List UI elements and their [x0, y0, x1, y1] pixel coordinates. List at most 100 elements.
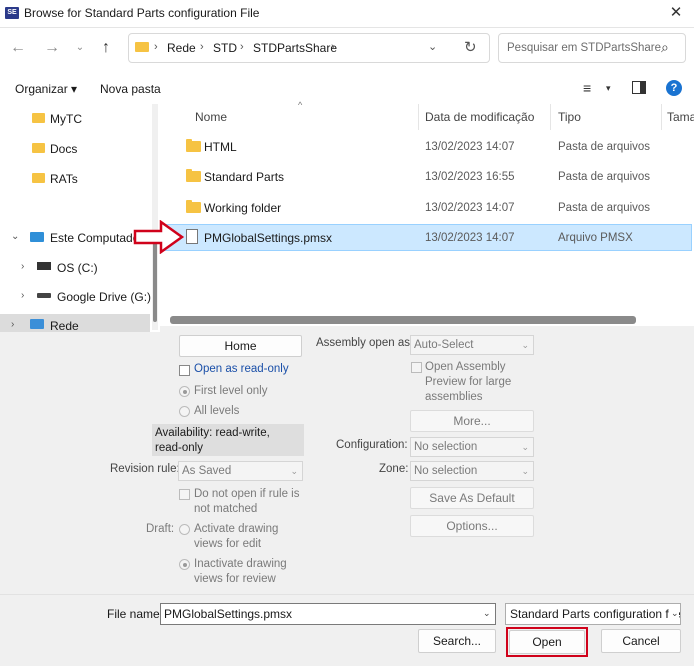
file-row-name[interactable]: Working folder	[204, 201, 281, 215]
nav-item-mytc[interactable]: MyTC	[50, 112, 82, 126]
activate-drawing-line: views for edit	[194, 538, 262, 550]
revision-rule-select[interactable]: As Saved ⌄	[178, 461, 303, 481]
assembly-open-value: Auto-Select	[414, 339, 474, 351]
all-levels-radio[interactable]	[179, 406, 190, 417]
view-options-icon[interactable]: ≡	[583, 80, 591, 96]
chevron-right-icon[interactable]: ›	[11, 319, 14, 330]
breadcrumb-stdpartsshare[interactable]: STDPartsShare	[253, 41, 337, 55]
open-preview-line: Open Assembly	[425, 361, 506, 373]
column-header-name[interactable]: Nome	[195, 110, 227, 124]
inactivate-drawing-line: Inactivate drawing	[194, 558, 287, 570]
back-arrow-icon[interactable]: ←	[8, 38, 28, 58]
column-header-size[interactable]: Tama	[667, 110, 694, 124]
open-assembly-preview-checkbox[interactable]	[411, 362, 422, 373]
assembly-open-select[interactable]: Auto-Select ⌄	[410, 335, 534, 355]
configuration-select[interactable]: No selection ⌄	[410, 437, 534, 457]
cancel-button[interactable]: Cancel	[601, 629, 681, 653]
inactivate-drawing-radio[interactable]	[179, 559, 190, 570]
chevron-down-icon: ⌄	[521, 442, 529, 452]
nav-item-rede[interactable]: Rede	[50, 319, 79, 333]
horizontal-scrollbar[interactable]	[170, 316, 636, 324]
open-preview-line: assemblies	[425, 391, 483, 403]
availability-line: Availability: read-write,	[155, 427, 270, 439]
breadcrumb-separator-icon: ›	[331, 41, 335, 53]
drive-icon	[37, 262, 51, 270]
new-folder-button[interactable]: Nova pasta	[100, 82, 161, 96]
open-readonly-checkbox[interactable]	[179, 365, 190, 376]
column-divider[interactable]	[550, 104, 551, 130]
breadcrumb-separator-icon: ›	[200, 41, 204, 53]
file-row-name[interactable]: Standard Parts	[204, 170, 284, 184]
open-readonly-label[interactable]: Open as read-only	[194, 363, 289, 375]
breadcrumb-std[interactable]: STD	[213, 41, 237, 55]
nav-item-docs[interactable]: Docs	[50, 142, 77, 156]
more-button[interactable]: More...	[410, 410, 534, 432]
chevron-down-icon: ⌄	[290, 466, 298, 476]
chevron-down-icon[interactable]: ⌄	[11, 231, 19, 242]
activate-drawing-line: Activate drawing	[194, 523, 279, 535]
chevron-right-icon[interactable]: ›	[21, 261, 24, 272]
do-not-open-line: not matched	[194, 503, 258, 515]
view-dropdown-icon[interactable]: ▾	[606, 83, 611, 94]
column-divider[interactable]	[661, 104, 662, 130]
inactivate-drawing-line: views for review	[194, 573, 276, 585]
options-button[interactable]: Options...	[410, 515, 534, 537]
inactivate-drawing-label: Inactivate drawing views for review	[194, 557, 287, 587]
computer-icon	[30, 232, 44, 242]
home-button[interactable]: Home	[179, 335, 302, 357]
folder-icon	[186, 169, 201, 182]
folder-icon	[32, 143, 45, 153]
draft-label: Draft:	[146, 523, 175, 535]
do-not-open-checkbox[interactable]	[179, 489, 190, 500]
history-chevron-icon[interactable]: ⌄	[70, 38, 90, 58]
folder-icon	[135, 42, 149, 52]
activate-drawing-label: Activate drawing views for edit	[194, 522, 278, 552]
file-type-select[interactable]: Standard Parts configuration file	[505, 603, 681, 625]
help-icon[interactable]: ?	[666, 80, 682, 96]
zone-select[interactable]: No selection ⌄	[410, 461, 534, 481]
drive-icon	[37, 293, 51, 298]
chevron-down-icon: ⌄	[521, 340, 529, 350]
file-name-label: File name:	[107, 607, 164, 621]
chevron-down-icon[interactable]: ⌄	[669, 608, 679, 619]
availability-status: Availability: read-write, read-only	[152, 424, 304, 456]
column-header-date[interactable]: Data de modificação	[425, 110, 534, 124]
breadcrumb-rede[interactable]: Rede	[167, 41, 196, 55]
file-row-type: Arquivo PMSX	[558, 232, 633, 244]
nav-item-rats[interactable]: RATs	[50, 172, 78, 186]
open-button-highlight	[506, 627, 588, 657]
file-row-date: 13/02/2023 14:07	[425, 232, 515, 244]
chevron-right-icon[interactable]: ›	[21, 290, 24, 301]
file-name-input[interactable]: PMGlobalSettings.pmsx	[160, 603, 496, 625]
window-title: Browse for Standard Parts configuration …	[24, 6, 260, 20]
preview-pane-icon[interactable]	[632, 81, 646, 94]
close-button[interactable]: ✕	[660, 1, 692, 25]
address-dropdown-icon[interactable]: ⌄	[428, 40, 437, 53]
breadcrumb-separator-icon: ›	[240, 41, 244, 53]
column-divider[interactable]	[418, 104, 419, 130]
availability-line: read-only	[155, 442, 203, 454]
first-level-radio[interactable]	[179, 386, 190, 397]
forward-arrow-icon[interactable]: →	[42, 38, 62, 58]
open-assembly-preview-label: Open Assembly Preview for large assembli…	[425, 360, 511, 405]
options-panel	[0, 332, 694, 594]
up-arrow-icon[interactable]: ↑	[96, 38, 116, 58]
nav-item-os-c[interactable]: OS (C:)	[57, 261, 98, 275]
zone-label: Zone:	[379, 463, 409, 475]
file-row-name[interactable]: HTML	[204, 140, 237, 154]
file-row-name[interactable]: PMGlobalSettings.pmsx	[204, 231, 332, 245]
activate-drawing-radio[interactable]	[179, 524, 190, 535]
folder-icon	[32, 173, 45, 183]
chevron-down-icon[interactable]: ⌄	[483, 608, 491, 619]
do-not-open-label: Do not open if rule is not matched	[194, 487, 299, 517]
save-as-default-button[interactable]: Save As Default	[410, 487, 534, 509]
column-header-type[interactable]: Tipo	[558, 110, 581, 124]
do-not-open-line: Do not open if rule is	[194, 488, 300, 500]
organize-menu[interactable]: Organizar ▾	[15, 82, 77, 96]
refresh-icon[interactable]: ↻	[464, 38, 477, 56]
search-button[interactable]: Search...	[418, 629, 496, 653]
file-row-date: 13/02/2023 14:07	[425, 202, 515, 214]
nav-item-google-drive[interactable]: Google Drive (G:)	[57, 290, 151, 304]
nav-item-este-computador[interactable]: Este Computador	[50, 231, 143, 245]
configuration-label: Configuration:	[336, 439, 408, 451]
